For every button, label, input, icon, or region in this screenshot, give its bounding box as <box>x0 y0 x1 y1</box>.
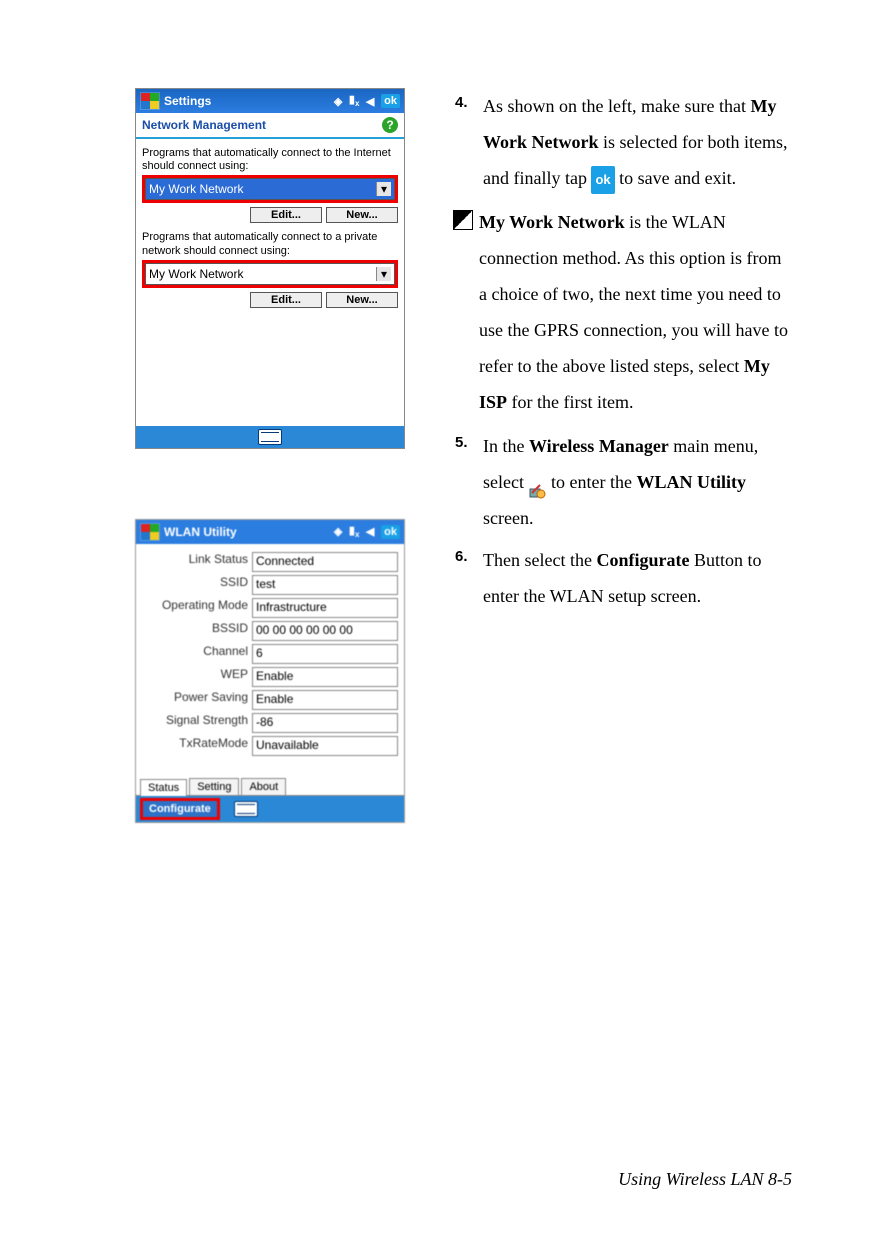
select-private[interactable]: My Work Network ▾ <box>145 263 395 285</box>
ok-button[interactable]: ok <box>381 94 400 108</box>
tab-about[interactable]: About <box>241 778 286 795</box>
screenshot-wlan-utility: WLAN Utility ◈ ▮x ◀ ok Link Status Conne… <box>135 519 405 823</box>
screenshot-network-management: Settings ◈ ▮x ◀ ok Network Management ? … <box>135 88 405 449</box>
highlight-box-2: My Work Network ▾ <box>142 260 398 288</box>
step-4: 4. As shown on the left, make sure that … <box>455 88 792 196</box>
tabs: Status Setting About <box>136 762 404 796</box>
ok-button[interactable]: ok <box>381 525 400 539</box>
keyboard-icon[interactable] <box>258 429 282 445</box>
titlebar-title: WLAN Utility <box>164 525 237 539</box>
note: My Work Network is the WLAN connection m… <box>453 204 792 420</box>
value-signal: -86 <box>252 713 398 733</box>
titlebar: WLAN Utility ◈ ▮x ◀ ok <box>136 520 404 544</box>
label-wep: WEP <box>138 667 248 687</box>
wifi-icon: ◈ <box>330 95 346 108</box>
step-number: 4. <box>455 88 473 196</box>
bottom-bar <box>136 426 404 448</box>
select-internet[interactable]: My Work Network ▾ <box>145 178 395 200</box>
new-button-1[interactable]: New... <box>326 207 398 223</box>
ok-icon: ok <box>591 166 614 194</box>
instruction-text: 4. As shown on the left, make sure that … <box>455 88 792 823</box>
titlebar-title: Settings <box>164 94 211 108</box>
step-number: 6. <box>455 542 473 614</box>
help-icon[interactable]: ? <box>382 117 398 133</box>
value-power: Enable <box>252 690 398 710</box>
tab-status[interactable]: Status <box>140 779 187 796</box>
new-button-2[interactable]: New... <box>326 292 398 308</box>
value-ssid: test <box>252 575 398 595</box>
label-private: Programs that automatically connect to a… <box>142 231 398 257</box>
dropdown-icon: ▾ <box>376 267 391 281</box>
signal-icon: ▮x <box>346 93 362 108</box>
label-link-status: Link Status <box>138 552 248 572</box>
volume-icon: ◀ <box>362 525 378 538</box>
start-icon <box>140 92 160 110</box>
start-icon <box>140 523 160 541</box>
label-txrate: TxRateMode <box>138 736 248 756</box>
edit-button-1[interactable]: Edit... <box>250 207 322 223</box>
label-channel: Channel <box>138 644 248 664</box>
titlebar: Settings ◈ ▮x ◀ ok <box>136 89 404 113</box>
step-6: 6. Then select the Configurate Button to… <box>455 542 792 614</box>
value-link-status: Connected <box>252 552 398 572</box>
select-internet-value: My Work Network <box>149 182 243 196</box>
value-op-mode: Infrastructure <box>252 598 398 618</box>
value-channel: 6 <box>252 644 398 664</box>
section-title: Network Management <box>142 118 266 132</box>
section-header: Network Management ? <box>136 113 404 139</box>
step-5: 5. In the Wireless Manager main menu, se… <box>455 428 792 536</box>
label-op-mode: Operating Mode <box>138 598 248 618</box>
select-private-value: My Work Network <box>149 267 243 281</box>
label-ssid: SSID <box>138 575 248 595</box>
edit-button-2[interactable]: Edit... <box>250 292 322 308</box>
label-power: Power Saving <box>138 690 248 710</box>
page-footer: Using Wireless LAN 8-5 <box>618 1169 792 1190</box>
label-bssid: BSSID <box>138 621 248 641</box>
signal-icon: ▮x <box>346 524 362 539</box>
dropdown-icon: ▾ <box>376 182 391 196</box>
value-wep: Enable <box>252 667 398 687</box>
wlan-utility-icon <box>528 475 546 493</box>
note-icon <box>453 210 473 230</box>
step-number: 5. <box>455 428 473 536</box>
highlight-box-1: My Work Network ▾ <box>142 175 398 203</box>
wifi-icon: ◈ <box>330 525 346 538</box>
bottom-bar: Configurate <box>136 796 404 822</box>
label-internet: Programs that automatically connect to t… <box>142 147 398 173</box>
volume-icon: ◀ <box>362 95 378 108</box>
value-txrate: Unavailable <box>252 736 398 756</box>
keyboard-icon[interactable] <box>234 801 258 817</box>
tab-setting[interactable]: Setting <box>189 778 239 795</box>
value-bssid: 00 00 00 00 00 00 <box>252 621 398 641</box>
configurate-button[interactable]: Configurate <box>140 798 220 820</box>
label-signal: Signal Strength <box>138 713 248 733</box>
